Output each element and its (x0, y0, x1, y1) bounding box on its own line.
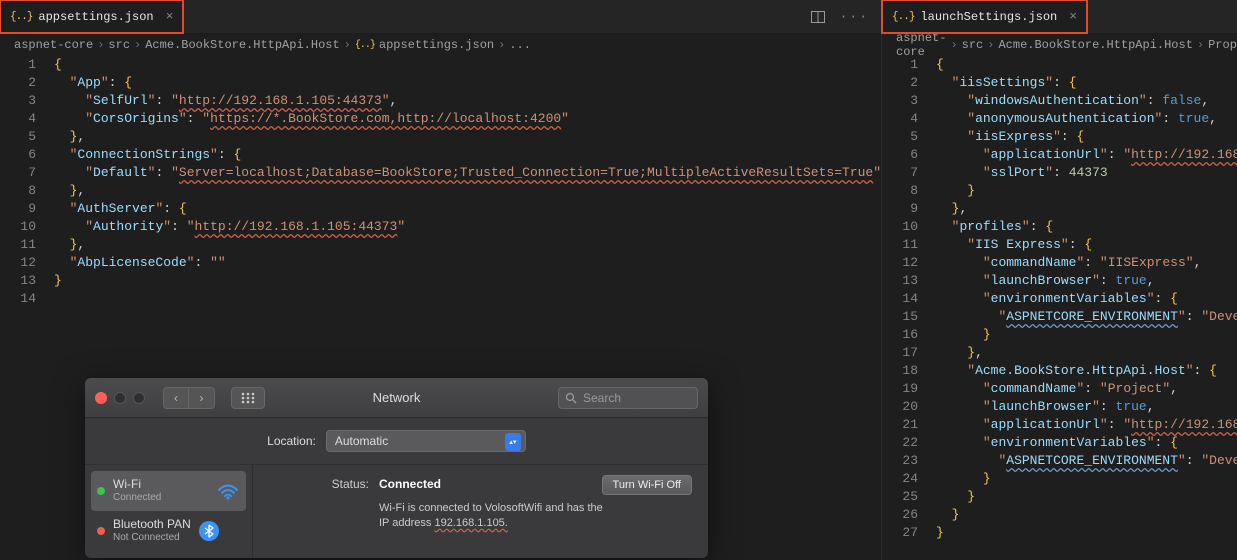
close-icon[interactable]: × (1069, 9, 1077, 24)
tab-bar: {..} appsettings.json × ··· (0, 0, 881, 34)
back-button[interactable]: ‹ (163, 387, 189, 409)
status-value: Connected (379, 477, 441, 491)
chevron-updown-icon: ▴▾ (505, 433, 521, 451)
interface-sidebar: Wi-Fi Connected Bluetooth PAN Not Connec… (85, 465, 253, 558)
turn-wifi-off-button[interactable]: Turn Wi-Fi Off (602, 475, 692, 495)
interface-detail: Status: Connected Turn Wi-Fi Off Wi-Fi i… (253, 465, 708, 558)
bluetooth-icon (199, 521, 219, 541)
window-title: Network (373, 390, 421, 405)
location-select[interactable]: Automatic ▴▾ (326, 430, 526, 452)
editor-pane-right: {..} launchSettings.json × aspnet-core› … (882, 0, 1237, 560)
code-editor[interactable]: 1234567891011121314151617181920212223242… (882, 56, 1237, 560)
more-icon[interactable]: ··· (840, 9, 869, 25)
network-preferences-window[interactable]: ‹ › Network Search Location: Automatic ▴… (85, 378, 708, 558)
tab-label: launchSettings.json (920, 10, 1057, 24)
tab-actions: ··· (810, 9, 881, 25)
tab-label: appsettings.json (38, 10, 153, 24)
search-icon (565, 392, 577, 404)
tab-bar: {..} launchSettings.json × (882, 0, 1237, 34)
location-label: Location: (267, 434, 316, 448)
status-label: Status: (269, 477, 369, 491)
wifi-icon (216, 482, 240, 500)
close-button[interactable] (95, 392, 107, 404)
zoom-button[interactable] (133, 392, 145, 404)
status-dot-icon (97, 487, 105, 495)
location-row: Location: Automatic ▴▾ (85, 418, 708, 465)
json-icon: {..} (10, 11, 32, 23)
close-icon[interactable]: × (166, 9, 174, 24)
breadcrumb[interactable]: aspnet-core› src› Acme.BookStore.HttpApi… (882, 34, 1237, 56)
tab-launchsettings[interactable]: {..} launchSettings.json × (882, 0, 1087, 33)
show-all-button[interactable] (231, 387, 265, 409)
split-editor-icon[interactable] (810, 9, 826, 25)
window-controls (95, 392, 145, 404)
tab-appsettings[interactable]: {..} appsettings.json × (0, 0, 183, 33)
titlebar: ‹ › Network Search (85, 378, 708, 418)
sidebar-item-bluetooth[interactable]: Bluetooth PAN Not Connected (91, 511, 246, 551)
minimize-button[interactable] (114, 392, 126, 404)
forward-button[interactable]: › (189, 387, 215, 409)
search-input[interactable]: Search (558, 387, 698, 409)
json-icon: {..} (892, 11, 914, 23)
status-dot-icon (97, 527, 105, 535)
sidebar-item-wifi[interactable]: Wi-Fi Connected (91, 471, 246, 511)
status-detail: Wi-Fi is connected to VolosoftWifi and h… (379, 501, 692, 531)
breadcrumb[interactable]: aspnet-core› src› Acme.BookStore.HttpApi… (0, 34, 881, 56)
